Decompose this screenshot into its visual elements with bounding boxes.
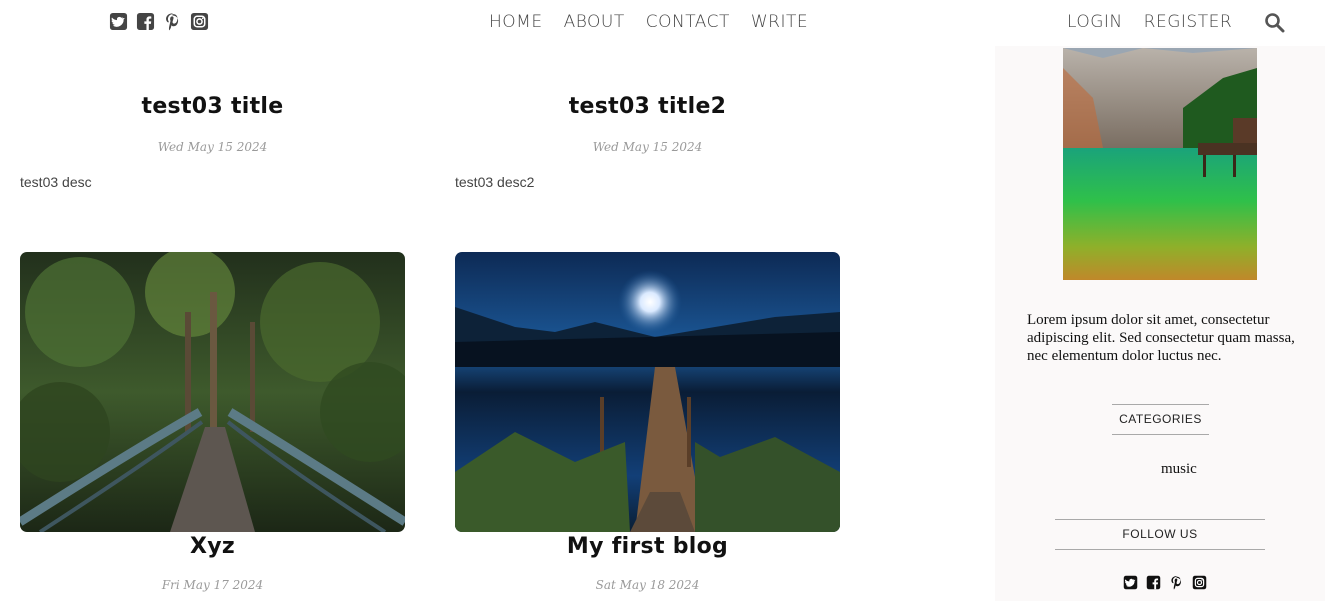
twitter-square-icon[interactable] (109, 12, 128, 31)
post-date: Sat May 18 2024 (595, 578, 700, 592)
post-date: Wed May 15 2024 (592, 140, 703, 154)
instagram-icon[interactable] (190, 12, 209, 31)
nav-home-link[interactable]: HOME (489, 11, 543, 33)
facebook-square-icon[interactable] (1146, 575, 1161, 590)
post-card[interactable]: test03 title2 Wed May 15 2024 test03 des… (455, 90, 840, 190)
post-title[interactable]: Xyz (20, 534, 405, 559)
forest-bridge-image[interactable] (20, 252, 405, 532)
twitter-square-icon[interactable] (1123, 575, 1138, 590)
login-link[interactable]: LOGIN (1067, 11, 1123, 33)
top-social-icons (109, 12, 209, 31)
instagram-icon[interactable] (1192, 575, 1207, 590)
post-card[interactable]: Xyz Fri May 17 2024 (20, 534, 405, 592)
follow-us-title: FOLLOW US (1055, 519, 1265, 550)
facebook-square-icon[interactable] (136, 12, 155, 31)
search-icon[interactable] (1264, 12, 1285, 33)
nav-contact-link[interactable]: CONTACT (646, 11, 730, 33)
nav-about-link[interactable]: ABOUT (564, 11, 625, 33)
sidebar-social-icons (1123, 575, 1207, 590)
post-title[interactable]: test03 title2 (455, 94, 840, 119)
post-card[interactable]: My first blog Sat May 18 2024 (455, 534, 840, 592)
sidebar: Lorem ipsum dolor sit amet, consectetur … (995, 46, 1325, 601)
pinterest-icon[interactable] (1169, 575, 1184, 590)
post-title[interactable]: test03 title (20, 94, 405, 119)
category-item-music[interactable]: music (1161, 461, 1197, 478)
main-nav: HOME ABOUT CONTACT WRITE (489, 11, 808, 33)
post-description: test03 desc2 (455, 174, 535, 190)
mountain-lake-image (1063, 48, 1257, 280)
register-link[interactable]: REGISTER (1144, 11, 1232, 33)
auth-nav: LOGIN REGISTER (1067, 11, 1232, 33)
categories-title: CATEGORIES (1112, 404, 1209, 435)
post-date: Fri May 17 2024 (161, 578, 264, 592)
post-title[interactable]: My first blog (455, 534, 840, 559)
post-card[interactable]: test03 title Wed May 15 2024 test03 desc (20, 90, 405, 190)
nav-write-link[interactable]: WRITE (751, 11, 808, 33)
moonlit-lake-pier-image[interactable] (455, 252, 840, 532)
top-navbar: HOME ABOUT CONTACT WRITE LOGIN REGISTER (0, 0, 1325, 46)
pinterest-icon[interactable] (163, 12, 182, 31)
post-description: test03 desc (20, 174, 92, 190)
about-text: Lorem ipsum dolor sit amet, consectetur … (1027, 312, 1295, 364)
post-date: Wed May 15 2024 (157, 140, 268, 154)
